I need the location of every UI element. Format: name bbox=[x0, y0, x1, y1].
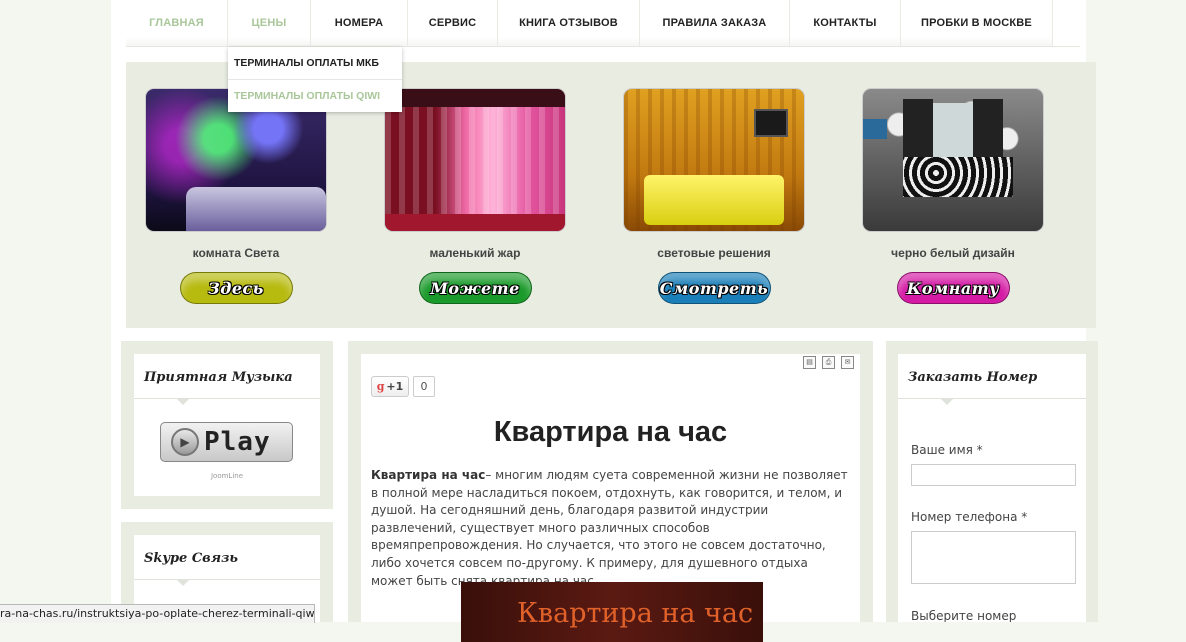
nav-item-service[interactable]: СЕРВИС bbox=[408, 0, 498, 46]
nav-item-prices[interactable]: ЦЕНЫ bbox=[228, 0, 311, 46]
nav-item-order-rules[interactable]: ПРАВИЛА ЗАКАЗА bbox=[640, 0, 790, 46]
room-photo-lighting[interactable] bbox=[623, 88, 805, 232]
gplus-count: 0 bbox=[413, 376, 435, 397]
music-module-title: Приятная Музыка bbox=[144, 370, 293, 385]
room-select-label: Выберите номер bbox=[911, 609, 1017, 622]
room-button-here[interactable]: Здесь bbox=[179, 272, 293, 304]
phone-input[interactable] bbox=[911, 531, 1076, 584]
order-form-title: Заказать Номер bbox=[908, 370, 1038, 385]
music-module: Приятная Музыка ▶ Play JoomLine bbox=[134, 354, 320, 496]
room-card: маленький жар Можете bbox=[384, 88, 566, 304]
article-image-text: Квартира на час bbox=[517, 598, 754, 629]
room-caption: маленький жар bbox=[429, 246, 521, 260]
nav-item-home[interactable]: ГЛАВНАЯ bbox=[126, 0, 228, 46]
room-photo-warm[interactable] bbox=[384, 88, 566, 232]
nav-item-traffic[interactable]: ПРОБКИ В МОСКВЕ bbox=[901, 0, 1053, 46]
article-tools: ▤ ⎙ ✉ bbox=[803, 356, 854, 369]
room-button-room[interactable]: Комнату bbox=[896, 272, 1010, 304]
module-separator bbox=[898, 398, 1086, 405]
module-separator bbox=[134, 579, 320, 586]
name-label: Ваше имя * bbox=[911, 443, 983, 457]
browser-status-url: ra-na-chas.ru/instruktsiya-po-oplate-che… bbox=[0, 604, 315, 623]
nav-item-reviews[interactable]: КНИГА ОТЗЫВОВ bbox=[498, 0, 640, 46]
dropdown-item-qiwi[interactable]: ТЕРМИНАЛЫ ОПЛАТЫ QIWI bbox=[228, 80, 402, 112]
article-title: Квартира на час bbox=[493, 416, 728, 448]
order-form: Заказать Номер Ваше имя * Номер телефона… bbox=[898, 354, 1086, 622]
article: ▤ ⎙ ✉ g +1 0 Квартира на час Квартира на… bbox=[361, 354, 860, 642]
room-card: комната Света Здесь bbox=[145, 88, 327, 304]
prices-dropdown-menu: ТЕРМИНАЛЫ ОПЛАТЫ МКБ ТЕРМИНАЛЫ ОПЛАТЫ QI… bbox=[228, 47, 402, 112]
room-card: черно белый дизайн Комнату bbox=[862, 88, 1044, 304]
skype-module-title: Skype Связь bbox=[144, 551, 238, 566]
room-photo-bw[interactable] bbox=[862, 88, 1044, 232]
article-image: Квартира на час bbox=[461, 582, 763, 642]
print-icon[interactable]: ⎙ bbox=[822, 356, 835, 369]
nav-item-rooms[interactable]: НОМЕРА bbox=[311, 0, 408, 46]
gplus-label: +1 bbox=[386, 380, 404, 393]
dropdown-item-mkb[interactable]: ТЕРМИНАЛЫ ОПЛАТЫ МКБ bbox=[228, 47, 402, 80]
room-caption: световые решения bbox=[657, 246, 771, 260]
article-body: Квартира на час– многим людям суета совр… bbox=[371, 467, 851, 590]
article-lead: Квартира на час bbox=[371, 468, 486, 482]
gplus-widget: g +1 0 bbox=[371, 376, 435, 397]
phone-label: Номер телефона * bbox=[911, 510, 1028, 524]
pdf-icon[interactable]: ▤ bbox=[803, 356, 816, 369]
email-icon[interactable]: ✉ bbox=[841, 356, 854, 369]
music-credit[interactable]: JoomLine bbox=[134, 472, 320, 480]
room-caption: черно белый дизайн bbox=[891, 246, 1015, 260]
gplus-icon: g bbox=[376, 380, 385, 393]
room-card: световые решения Смотреть bbox=[623, 88, 805, 304]
gplus-button[interactable]: g +1 bbox=[371, 376, 409, 397]
name-input[interactable] bbox=[911, 464, 1076, 486]
room-caption: комната Света bbox=[192, 246, 280, 260]
article-text: – многим людям суета современной жизни н… bbox=[371, 468, 848, 588]
main-nav: ГЛАВНАЯ ЦЕНЫ НОМЕРА СЕРВИС КНИГА ОТЗЫВОВ… bbox=[126, 0, 1080, 47]
play-label: Play bbox=[204, 427, 271, 457]
room-button-can[interactable]: Можете bbox=[418, 272, 532, 304]
music-play-button[interactable]: ▶ Play bbox=[160, 422, 293, 462]
module-separator bbox=[134, 398, 320, 405]
play-icon: ▶ bbox=[171, 428, 199, 456]
nav-item-contacts[interactable]: КОНТАКТЫ bbox=[790, 0, 901, 46]
room-button-view[interactable]: Смотреть bbox=[657, 272, 771, 304]
